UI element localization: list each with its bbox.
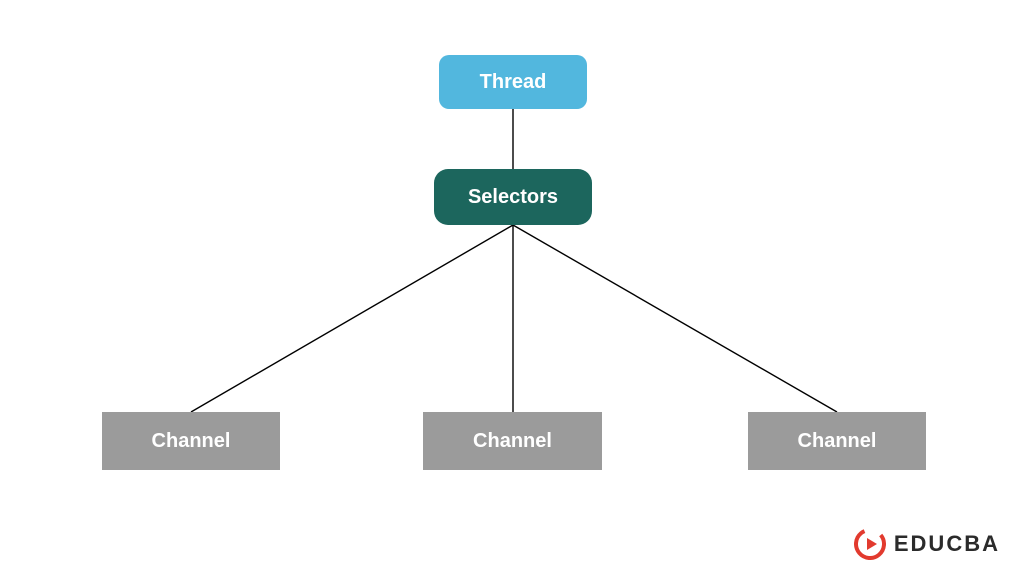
selectors-node: Selectors [434, 169, 592, 225]
brand-logo: EDUCBA [854, 528, 1000, 560]
channel-label-2: Channel [473, 430, 552, 453]
logo-icon [854, 528, 886, 560]
channel-node-2: Channel [423, 412, 602, 470]
selectors-label: Selectors [468, 186, 558, 209]
channel-label-3: Channel [798, 430, 877, 453]
diagram-stage: Thread Selectors Channel Channel Channel… [0, 0, 1024, 576]
channel-node-3: Channel [748, 412, 926, 470]
channel-label-1: Channel [152, 430, 231, 453]
thread-node: Thread [439, 55, 587, 109]
thread-label: Thread [480, 71, 547, 94]
brand-text: EDUCBA [894, 531, 1000, 557]
line-selectors-channel-right [513, 225, 837, 412]
channel-node-1: Channel [102, 412, 280, 470]
line-selectors-channel-left [191, 225, 513, 412]
